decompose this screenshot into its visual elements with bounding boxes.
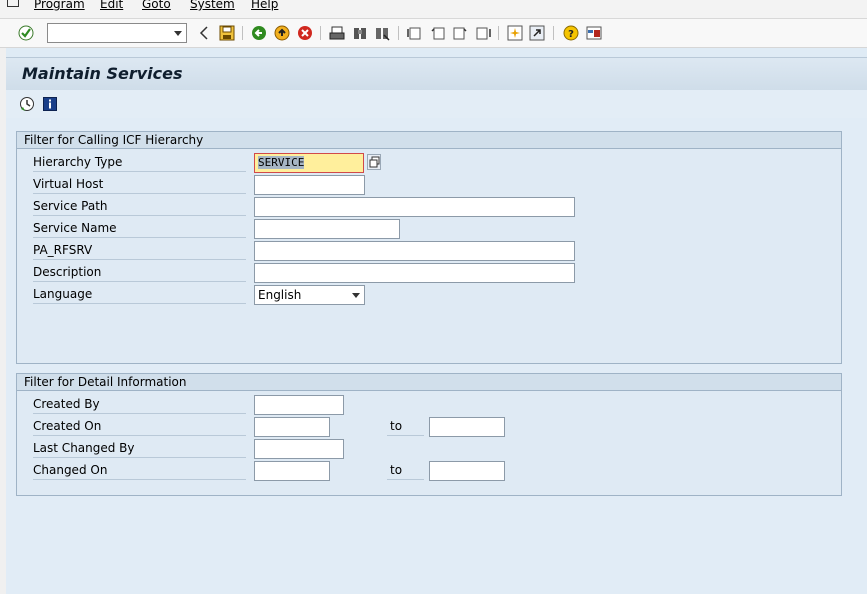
- label-to: to: [387, 462, 424, 480]
- label-created-by: Created By: [33, 396, 246, 414]
- chevron-down-icon[interactable]: [174, 31, 182, 36]
- changed-on-to-input[interactable]: [429, 461, 505, 481]
- menu-goto[interactable]: Goto: [142, 0, 171, 11]
- svg-text:?: ?: [568, 29, 574, 40]
- collapse-arrow-icon[interactable]: [195, 24, 213, 42]
- save-icon[interactable]: [218, 24, 236, 42]
- group-header: Filter for Calling ICF Hierarchy: [17, 132, 841, 149]
- information-icon[interactable]: [41, 95, 59, 113]
- description-input[interactable]: [254, 263, 575, 283]
- label-changed-on: Changed On: [33, 462, 246, 480]
- created-on-to-input[interactable]: [429, 417, 505, 437]
- label-language: Language: [33, 286, 246, 304]
- label-service-name: Service Name: [33, 220, 246, 238]
- find-icon[interactable]: [351, 24, 369, 42]
- enter-check-icon[interactable]: [17, 24, 35, 42]
- created-by-input[interactable]: [254, 395, 344, 415]
- service-name-input[interactable]: [254, 219, 400, 239]
- first-page-icon[interactable]: [406, 24, 424, 42]
- next-page-icon[interactable]: [451, 24, 469, 42]
- customize-layout-icon[interactable]: [585, 24, 603, 42]
- menu-system[interactable]: System: [190, 0, 235, 11]
- cancel-icon[interactable]: [296, 24, 314, 42]
- back-icon[interactable]: [250, 24, 268, 42]
- app-menu-icon[interactable]: [7, 0, 19, 7]
- pa-rfsrv-input[interactable]: [254, 241, 575, 261]
- menu-bar: Program Edit Goto System Help: [0, 0, 867, 19]
- label-pa-rfsrv: PA_RFSRV: [33, 242, 246, 260]
- hierarchy-type-input[interactable]: SERVICE: [254, 153, 364, 173]
- menu-help[interactable]: Help: [251, 0, 278, 11]
- chevron-down-icon[interactable]: [352, 293, 360, 298]
- label-created-on: Created On: [33, 418, 246, 436]
- service-path-input[interactable]: [254, 197, 575, 217]
- title-bar: Maintain Services: [6, 57, 867, 91]
- language-dropdown[interactable]: English: [254, 285, 365, 305]
- label-hierarchy-type: Hierarchy Type: [33, 154, 246, 172]
- page-title: Maintain Services: [22, 64, 183, 83]
- group-detail-information: Filter for Detail Information Created By…: [16, 373, 842, 496]
- help-icon[interactable]: ?: [562, 24, 580, 42]
- previous-page-icon[interactable]: [429, 24, 447, 42]
- menu-edit[interactable]: Edit: [100, 0, 123, 11]
- menu-program[interactable]: Program: [34, 0, 85, 11]
- last-page-icon[interactable]: [474, 24, 492, 42]
- label-virtual-host: Virtual Host: [33, 176, 246, 194]
- shortcut-icon[interactable]: [528, 24, 546, 42]
- standard-toolbar: ?: [0, 19, 867, 48]
- execute-icon[interactable]: [18, 95, 36, 113]
- create-session-icon[interactable]: [506, 24, 524, 42]
- print-icon[interactable]: [328, 24, 346, 42]
- virtual-host-input[interactable]: [254, 175, 365, 195]
- value-help-button[interactable]: [367, 154, 381, 170]
- command-field[interactable]: [47, 23, 187, 43]
- last-changed-by-input[interactable]: [254, 439, 344, 459]
- application-toolbar: [6, 90, 867, 118]
- group-calling-icf-hierarchy: Filter for Calling ICF Hierarchy Hierarc…: [16, 131, 842, 364]
- label-to: to: [387, 418, 424, 436]
- label-description: Description: [33, 264, 246, 282]
- changed-on-from-input[interactable]: [254, 461, 330, 481]
- created-on-from-input[interactable]: [254, 417, 330, 437]
- exit-icon[interactable]: [273, 24, 291, 42]
- group-header: Filter for Detail Information: [17, 374, 841, 391]
- label-last-changed-by: Last Changed By: [33, 440, 246, 458]
- work-area: Filter for Calling ICF Hierarchy Hierarc…: [6, 118, 867, 594]
- find-next-icon[interactable]: [373, 24, 391, 42]
- label-service-path: Service Path: [33, 198, 246, 216]
